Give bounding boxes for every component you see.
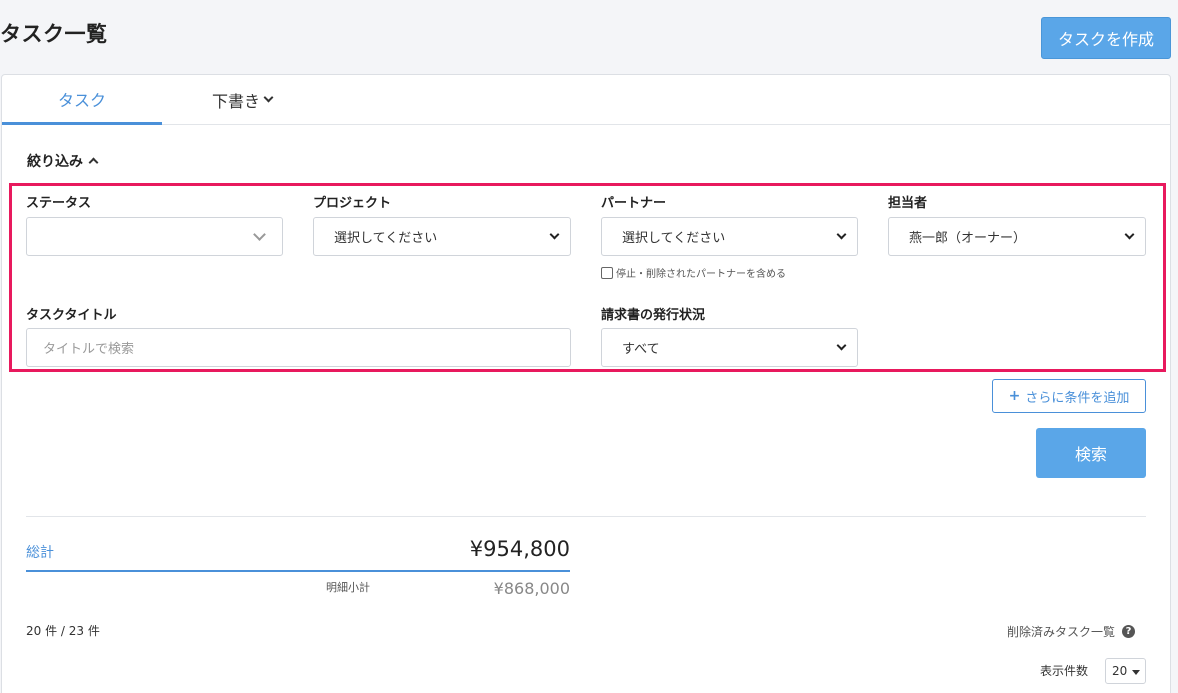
invoice-status-value: すべて	[622, 342, 660, 357]
chevron-up-icon	[88, 157, 99, 168]
total-label: 総計	[26, 545, 54, 561]
tab-bar: タスク 下書き	[2, 75, 1170, 125]
partner-value: 選択してください	[622, 231, 726, 246]
task-title-input[interactable]: タイトルで検索	[26, 328, 571, 367]
plus-icon: +	[1008, 388, 1021, 404]
per-page-value: 20	[1112, 664, 1128, 678]
project-label: プロジェクト	[313, 196, 392, 211]
chevron-down-icon	[836, 340, 847, 351]
chevron-down-icon	[549, 229, 560, 240]
project-select[interactable]: 選択してください	[313, 217, 571, 256]
page-title: タスク一覧	[0, 22, 108, 46]
assignee-label: 担当者	[888, 196, 928, 211]
partner-label: パートナー	[601, 196, 667, 211]
include-stopped-partners-label: 停止・削除されたパートナーを含める	[616, 269, 786, 280]
project-value: 選択してください	[334, 231, 438, 246]
deleted-tasks-label: 削除済みタスク一覧	[1007, 625, 1116, 639]
assignee-select[interactable]: 燕一郎（オーナー）	[888, 217, 1146, 256]
chevron-down-icon	[263, 92, 274, 103]
chevron-down-icon	[253, 228, 266, 241]
invoice-status-select[interactable]: すべて	[601, 328, 858, 367]
status-select[interactable]	[26, 217, 283, 256]
result-count: 20 件 / 23 件	[26, 624, 100, 638]
assignee-value: 燕一郎（オーナー）	[909, 231, 1027, 246]
deleted-tasks-link[interactable]: 削除済みタスク一覧?	[1007, 623, 1136, 640]
divider	[26, 516, 1146, 517]
invoice-status-label: 請求書の発行状況	[601, 308, 706, 323]
total-value: ¥954,800	[469, 537, 570, 561]
include-stopped-partners-option[interactable]: 停止・削除されたパートナーを含める	[601, 265, 786, 280]
partner-select[interactable]: 選択してください	[601, 217, 858, 256]
per-page-select[interactable]: 20	[1105, 658, 1146, 684]
status-label: ステータス	[26, 196, 92, 211]
subtotal-value: ¥868,000	[493, 579, 570, 598]
add-condition-button[interactable]: + さらに条件を追加	[992, 379, 1146, 413]
tab-task-label: タスク	[57, 90, 106, 110]
create-task-button[interactable]: タスクを作成	[1041, 17, 1171, 59]
task-title-label: タスクタイトル	[26, 308, 117, 323]
per-page-label: 表示件数	[1040, 664, 1089, 678]
question-circle-icon[interactable]: ?	[1122, 625, 1136, 638]
chevron-down-icon	[1124, 229, 1135, 240]
search-button[interactable]: 検索	[1036, 428, 1146, 478]
include-stopped-partners-checkbox[interactable]	[601, 266, 613, 279]
filter-heading-label: 絞り込み	[27, 154, 83, 170]
chevron-down-icon	[836, 229, 847, 240]
tab-draft[interactable]: 下書き	[192, 75, 292, 125]
tab-task[interactable]: タスク	[2, 75, 162, 125]
caret-down-icon	[1132, 670, 1140, 675]
filter-toggle[interactable]: 絞り込み	[27, 151, 99, 171]
add-condition-label: さらに条件を追加	[1025, 390, 1130, 406]
subtotal-label: 明細小計	[326, 581, 370, 594]
total-underline	[26, 570, 570, 572]
tab-draft-label: 下書き	[211, 92, 260, 111]
